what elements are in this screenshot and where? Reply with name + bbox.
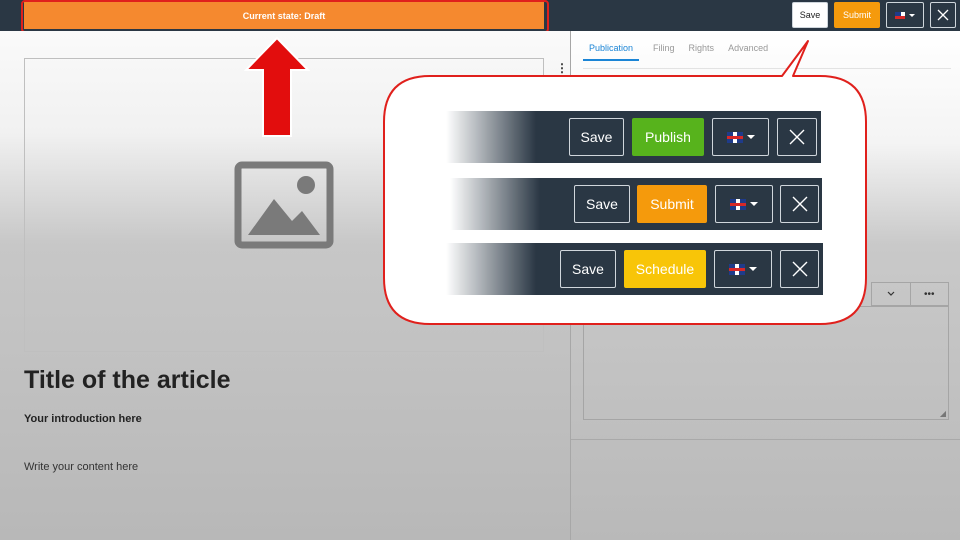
variant-schedule-strip: Save Schedule bbox=[446, 243, 823, 295]
submit-button[interactable]: Submit bbox=[637, 185, 707, 223]
uk-flag-icon bbox=[726, 131, 743, 143]
variant-publish-strip: Save Publish bbox=[446, 111, 821, 163]
close-button[interactable] bbox=[780, 185, 819, 223]
close-button[interactable] bbox=[780, 250, 819, 288]
save-button[interactable]: Save bbox=[569, 118, 624, 156]
caret-down-icon bbox=[746, 135, 755, 139]
publish-button[interactable]: Publish bbox=[632, 118, 704, 156]
save-button[interactable]: Save bbox=[574, 185, 630, 223]
caret-down-icon bbox=[750, 202, 758, 206]
close-icon bbox=[792, 196, 807, 212]
save-button[interactable]: Save bbox=[560, 250, 616, 288]
uk-flag-icon bbox=[729, 263, 745, 275]
schedule-button[interactable]: Schedule bbox=[624, 250, 706, 288]
close-button[interactable] bbox=[777, 118, 817, 156]
language-select[interactable] bbox=[712, 118, 769, 156]
variant-submit-strip: Save Submit bbox=[450, 178, 822, 230]
language-select[interactable] bbox=[715, 185, 773, 223]
close-icon bbox=[789, 129, 805, 145]
strip-fade bbox=[446, 111, 536, 163]
language-select[interactable] bbox=[714, 250, 772, 288]
strip-fade bbox=[446, 243, 536, 295]
caret-down-icon bbox=[749, 267, 757, 271]
strip-fade bbox=[450, 178, 540, 230]
uk-flag-icon bbox=[730, 198, 746, 210]
close-icon bbox=[792, 261, 807, 277]
